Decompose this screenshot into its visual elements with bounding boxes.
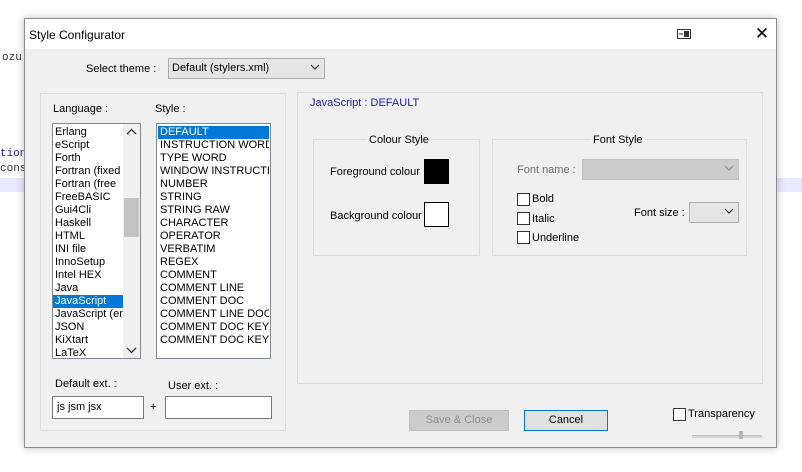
language-list-item[interactable]: JavaScript (er: [53, 308, 125, 321]
language-list-item[interactable]: Forth: [53, 152, 125, 165]
save-close-button[interactable]: Save & Close: [409, 410, 509, 431]
style-list-item[interactable]: NUMBER: [158, 178, 269, 191]
underline-label: Underline: [532, 232, 580, 244]
foreground-colour-label: Foreground colour: [330, 166, 420, 178]
language-list-item[interactable]: JavaScript: [53, 295, 125, 308]
user-ext-label: User ext. :: [168, 380, 219, 392]
theme-select-value: Default (stylers.xml): [172, 62, 270, 74]
chevron-down-icon[interactable]: [126, 346, 137, 354]
language-list-item[interactable]: FreeBASIC: [53, 191, 125, 204]
language-list-item[interactable]: eScript: [53, 139, 125, 152]
style-list-item[interactable]: COMMENT LINE DOC: [158, 308, 269, 321]
plus-sign: +: [150, 401, 157, 413]
title-bar: Style Configurator ✕: [25, 19, 776, 49]
style-list-item[interactable]: DEFAULT: [158, 126, 269, 139]
editor-text-fragment: tion: [0, 148, 27, 160]
transparency-toggle-icon[interactable]: [677, 29, 691, 39]
style-list-item[interactable]: STRING: [158, 191, 269, 204]
language-list-item[interactable]: Erlang: [53, 126, 125, 139]
transparency-checkbox[interactable]: [673, 408, 686, 421]
default-ext-field: js jsm jsx: [52, 396, 144, 419]
style-list-item[interactable]: COMMENT: [158, 269, 269, 282]
font-style-group: [492, 139, 747, 256]
default-ext-value: js jsm jsx: [57, 401, 102, 413]
transparency-slider-thumb[interactable]: [739, 431, 743, 439]
chevron-up-icon[interactable]: [126, 128, 137, 136]
colour-style-group: [313, 139, 480, 256]
style-list-item[interactable]: COMMENT DOC: [158, 295, 269, 308]
font-name-select[interactable]: [582, 159, 739, 180]
style-list-item[interactable]: WINDOW INSTRUCTIO: [158, 165, 269, 178]
style-list-item[interactable]: COMMENT LINE: [158, 282, 269, 295]
close-button[interactable]: ✕: [751, 23, 773, 45]
default-ext-label: Default ext. :: [55, 378, 117, 390]
select-theme-label: Select theme :: [86, 63, 157, 75]
editor-text-fragment: cons: [0, 163, 27, 175]
font-style-title: Font Style: [591, 134, 645, 146]
language-list-item[interactable]: Fortran (free: [53, 178, 125, 191]
language-list-item[interactable]: Fortran (fixed: [53, 165, 125, 178]
background-colour-swatch[interactable]: [424, 202, 449, 227]
language-list-item[interactable]: LaTeX: [53, 347, 125, 358]
language-list-item[interactable]: Haskell: [53, 217, 125, 230]
style-list-item[interactable]: INSTRUCTION WORD: [158, 139, 269, 152]
chevron-down-icon: [724, 165, 734, 171]
bold-label: Bold: [532, 193, 555, 205]
style-list-item[interactable]: OPERATOR: [158, 230, 269, 243]
chevron-down-icon: [310, 64, 320, 70]
language-list-item[interactable]: Gui4Cli: [53, 204, 125, 217]
theme-select[interactable]: Default (stylers.xml): [168, 58, 325, 79]
transparency-slider[interactable]: [692, 435, 762, 438]
language-list-item[interactable]: INI file: [53, 243, 125, 256]
language-list-item[interactable]: KiXtart: [53, 334, 125, 347]
dialog-title: Style Configurator: [29, 28, 126, 42]
cancel-button[interactable]: Cancel: [524, 410, 608, 431]
style-list-item[interactable]: COMMENT DOC KEYWO: [158, 321, 269, 334]
language-list[interactable]: Erlang eScript Forth Fortran (fixed Fortran …: [52, 123, 141, 359]
background-colour-label: Background colour: [330, 210, 422, 222]
language-label: Language :: [53, 103, 109, 115]
font-size-select[interactable]: [689, 202, 739, 223]
style-list-item[interactable]: VERBATIM: [158, 243, 269, 256]
language-list-item[interactable]: HTML: [53, 230, 125, 243]
style-list-item[interactable]: TYPE WORD: [158, 152, 269, 165]
language-list-scroll-thumb[interactable]: [124, 198, 139, 237]
style-header: JavaScript : DEFAULT: [310, 97, 420, 109]
style-list[interactable]: DEFAULT INSTRUCTION WORD TYPE WORD WINDOW I…: [156, 123, 271, 359]
editor-text-fragment: ozu: [2, 52, 22, 64]
transparency-label: Transparency: [688, 408, 755, 420]
foreground-colour-swatch[interactable]: [424, 159, 449, 184]
user-ext-input[interactable]: [165, 396, 272, 419]
style-list-item[interactable]: REGEX: [158, 256, 269, 269]
language-list-item[interactable]: JSON: [53, 321, 125, 334]
colour-style-title: Colour Style: [367, 134, 431, 146]
language-list-item[interactable]: Java: [53, 282, 125, 295]
underline-checkbox[interactable]: [517, 231, 530, 244]
style-list-item[interactable]: CHARACTER: [158, 217, 269, 230]
font-name-label: Font name :: [517, 164, 576, 176]
font-size-label: Font size :: [634, 207, 685, 219]
language-list-item[interactable]: InnoSetup: [53, 256, 125, 269]
language-list-item[interactable]: Intel HEX: [53, 269, 125, 282]
bold-checkbox[interactable]: [517, 193, 530, 206]
style-label: Style :: [155, 103, 186, 115]
style-configurator-dialog: Style Configurator ✕ Select theme : Defa…: [24, 18, 777, 448]
language-list-scrollbar[interactable]: [123, 124, 140, 358]
style-list-item[interactable]: STRING RAW: [158, 204, 269, 217]
style-list-item[interactable]: COMMENT DOC KEYWO: [158, 334, 269, 347]
italic-checkbox[interactable]: [517, 212, 530, 225]
chevron-down-icon: [724, 208, 734, 214]
italic-label: Italic: [532, 213, 555, 225]
